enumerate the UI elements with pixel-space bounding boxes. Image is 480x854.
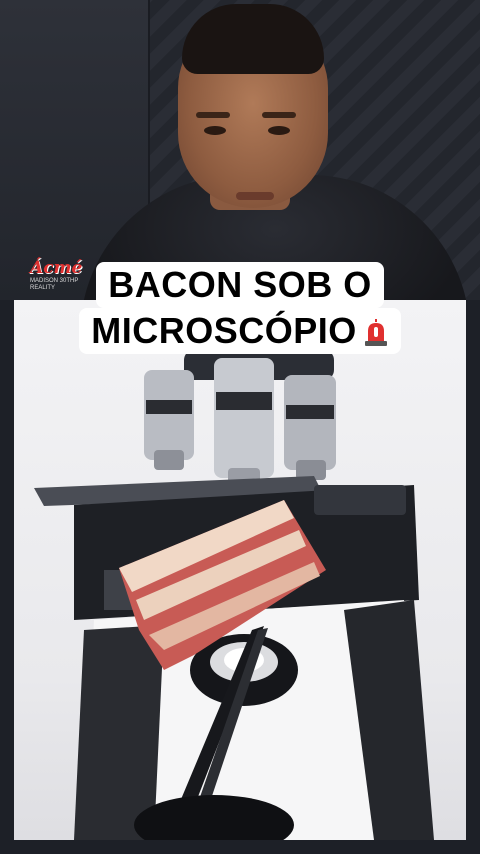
objective-lens-right — [284, 375, 336, 480]
objective-lens-left — [144, 370, 194, 470]
caption-line-1: BACON SOB O — [96, 262, 384, 308]
presenter-scene: Ácmé MADISON 30THP REALITY — [0, 0, 480, 300]
caption-line-2-text: MICROSCÓPIO — [91, 310, 357, 351]
video-caption: BACON SOB O MICROSCÓPIO — [0, 262, 480, 354]
caption-line-2: MICROSCÓPIO — [79, 308, 401, 354]
microscope-illustration — [34, 350, 434, 840]
presenter-eye-left — [204, 126, 226, 135]
presenter-hair — [182, 4, 324, 74]
presenter-eye-right — [268, 126, 290, 135]
objective-lens-center — [214, 358, 274, 490]
microscope-scene — [14, 300, 466, 840]
presenter-brow-left — [196, 112, 230, 118]
presenter-mouth — [236, 192, 274, 200]
siren-icon — [364, 319, 387, 346]
presenter-brow-right — [262, 112, 296, 118]
